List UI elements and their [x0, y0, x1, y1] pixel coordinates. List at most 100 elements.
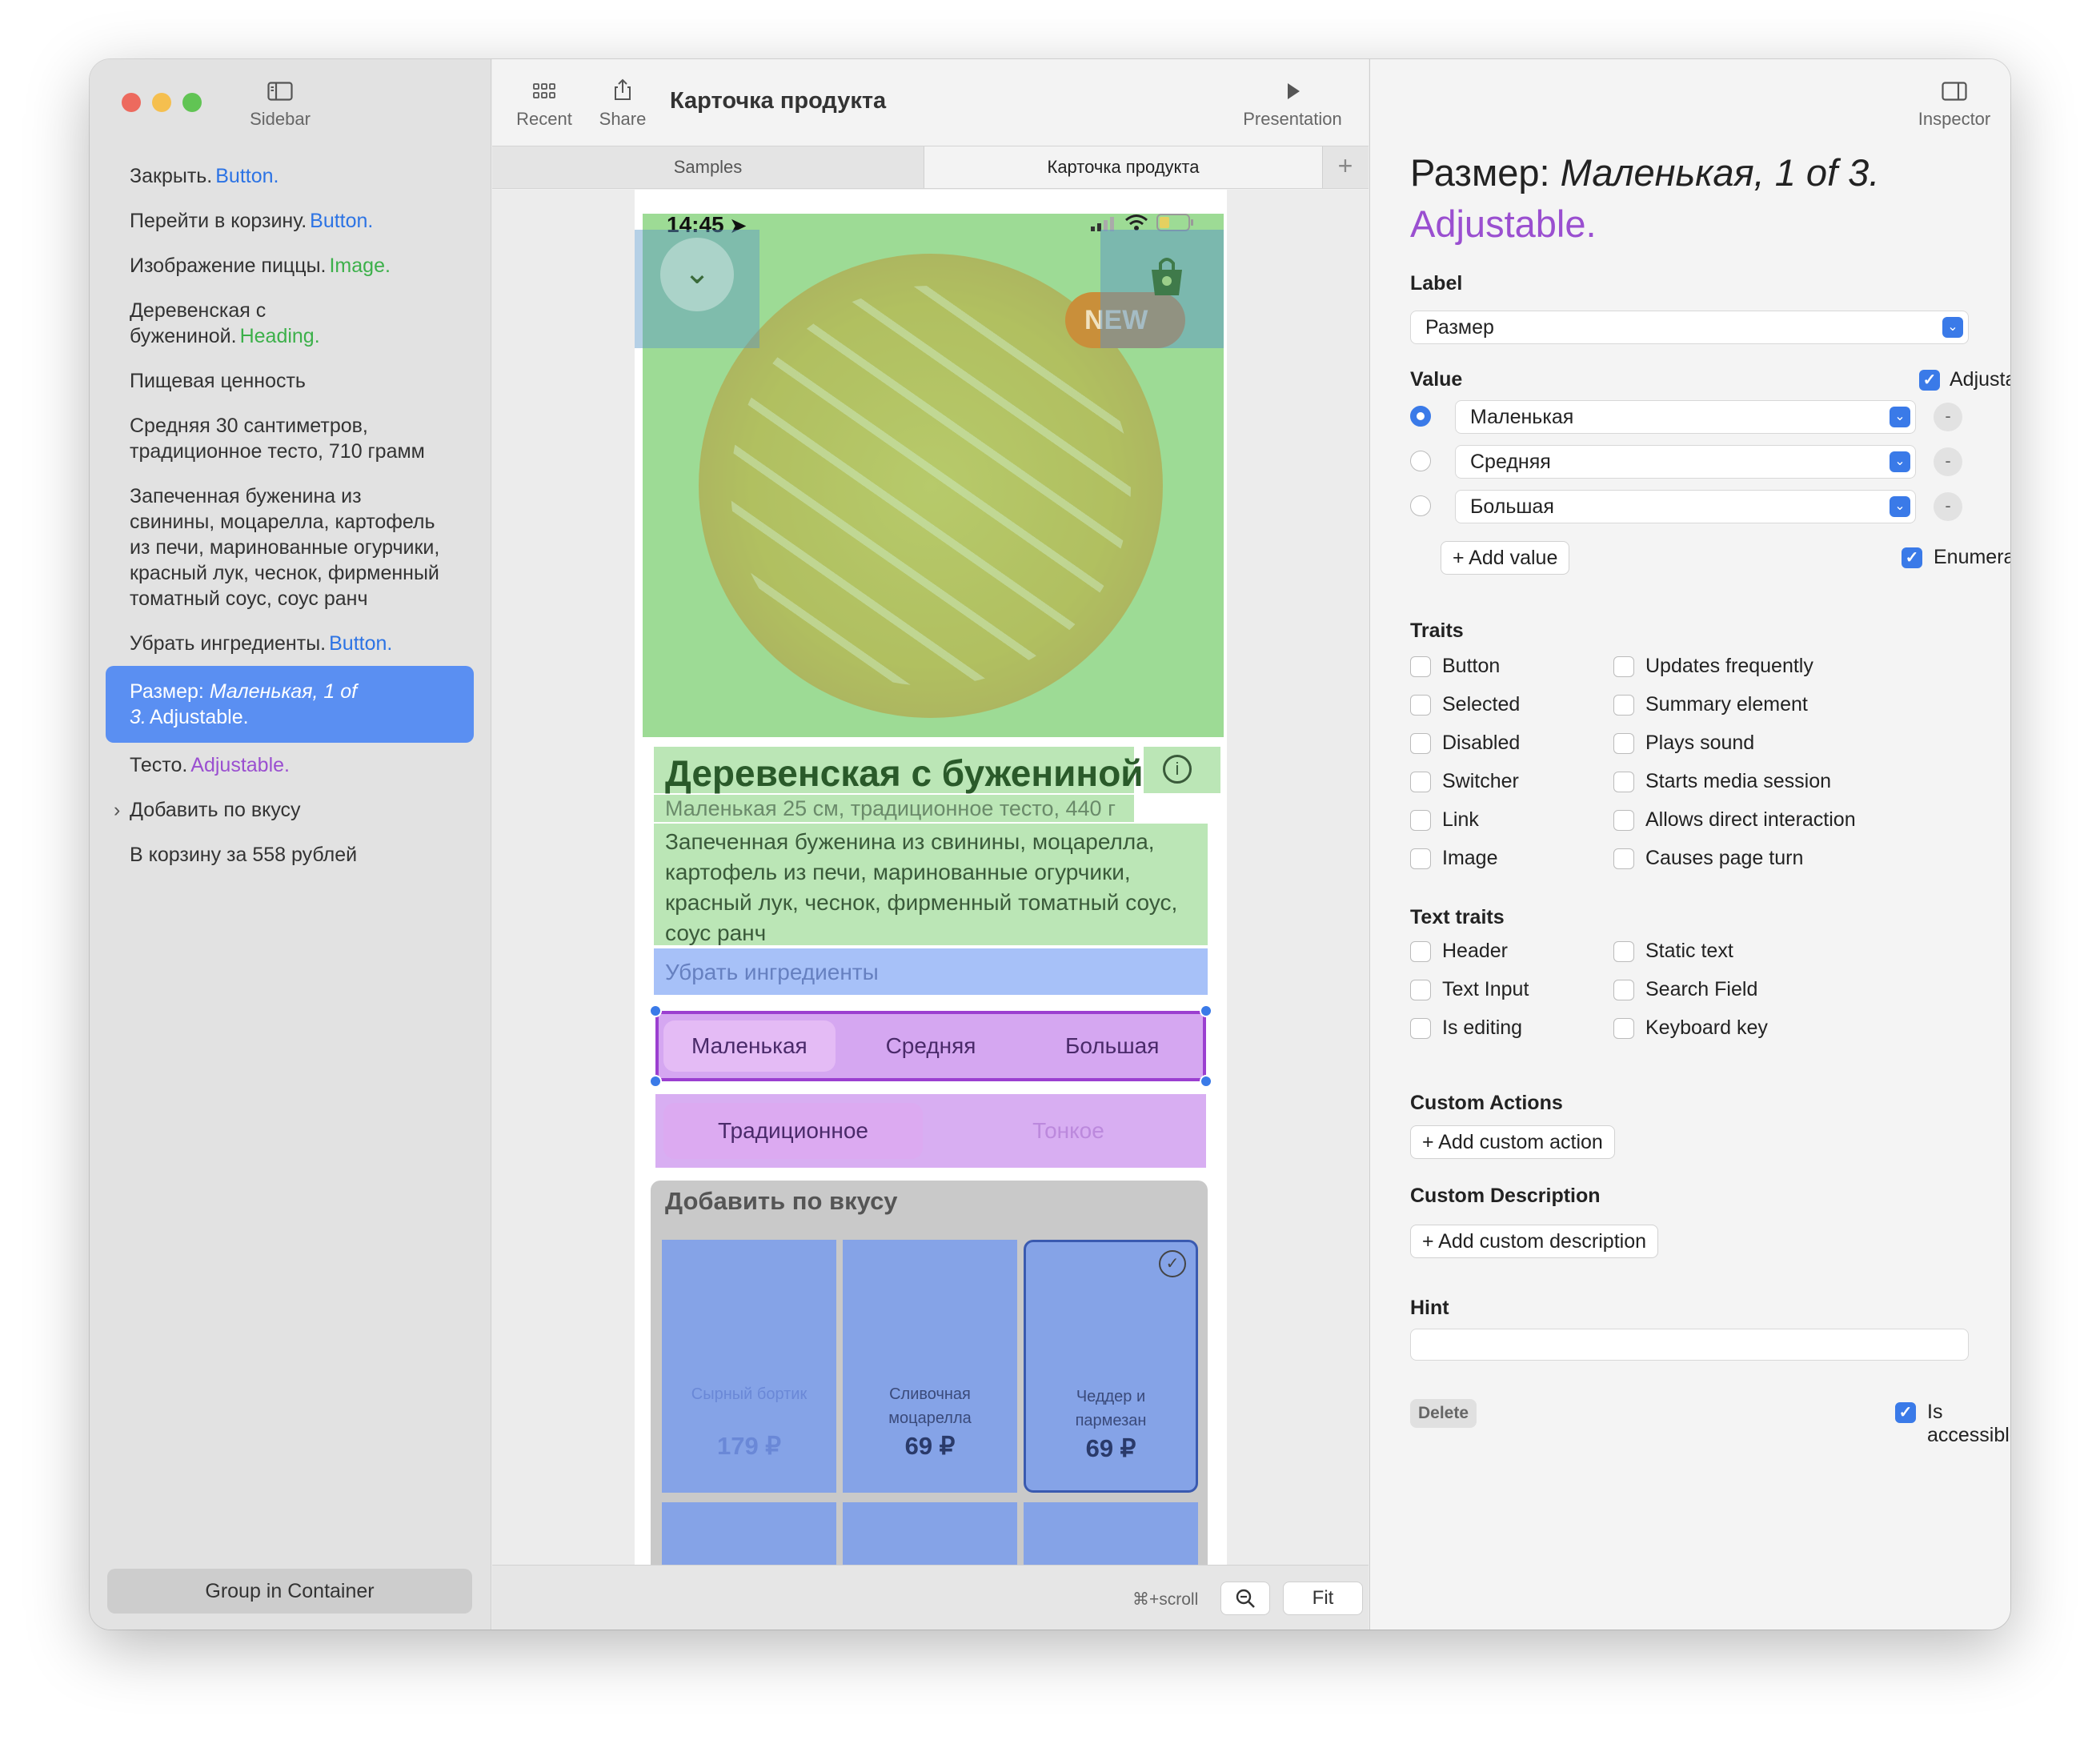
- resize-handle-bottom-left[interactable]: [649, 1075, 662, 1088]
- wifi-icon: [1125, 214, 1148, 231]
- value-field-2[interactable]: Большая ⌄: [1455, 490, 1916, 523]
- ax-list-item[interactable]: Средняя 30 сантиметров, традиционное тес…: [106, 403, 474, 474]
- trait-checkbox[interactable]: [1410, 695, 1431, 716]
- addon-card-mozzarella[interactable]: Сливочная моцарелла 69 ₽: [843, 1240, 1017, 1493]
- info-icon[interactable]: i: [1163, 755, 1192, 784]
- ax-list-item[interactable]: Закрыть. Button.: [106, 154, 474, 198]
- value-field-1[interactable]: Средняя ⌄: [1455, 445, 1916, 479]
- ax-list-item[interactable]: Изображение пиццы. Image.: [106, 243, 474, 288]
- ax-list-item[interactable]: Тесто. Adjustable.: [106, 743, 474, 788]
- tab-samples[interactable]: Samples: [492, 146, 924, 188]
- resize-handle-bottom-right[interactable]: [1200, 1075, 1212, 1088]
- size-option-large[interactable]: Большая: [1026, 1020, 1198, 1072]
- tab-product-card[interactable]: Карточка продукта: [924, 146, 1323, 188]
- ax-list-item[interactable]: Перейти в корзину. Button.: [106, 198, 474, 243]
- trait-checkbox[interactable]: [1410, 980, 1431, 1000]
- add-custom-action-button[interactable]: + Add custom action: [1410, 1125, 1615, 1159]
- minimize-window-button[interactable]: [152, 93, 171, 112]
- resize-handle-top-right[interactable]: [1200, 1004, 1212, 1017]
- hint-field[interactable]: [1410, 1329, 1969, 1361]
- chevron-down-icon[interactable]: ⌄: [660, 238, 734, 311]
- trait-checkbox[interactable]: [1410, 733, 1431, 754]
- trait-checkbox[interactable]: [1410, 772, 1431, 792]
- addon-card[interactable]: [1024, 1502, 1198, 1565]
- ax-list-item[interactable]: Размер: Маленькая, 1 of 3. Adjustable.: [106, 666, 474, 743]
- ax-list-item[interactable]: Деревенская с бужениной. Heading.: [106, 288, 474, 359]
- trait-checkbox[interactable]: [1613, 941, 1634, 962]
- delete-button[interactable]: Delete: [1410, 1399, 1477, 1428]
- chevron-right-icon[interactable]: ›: [114, 797, 120, 823]
- ax-list-item[interactable]: Запеченная буженина из свинины, моцарелл…: [106, 474, 474, 621]
- ax-item-label: В корзину за 558 рублей: [130, 844, 358, 866]
- trait-checkbox[interactable]: [1410, 848, 1431, 869]
- addon-card[interactable]: [662, 1502, 836, 1565]
- hint-section-title: Hint: [1410, 1297, 1449, 1319]
- trait-checkbox[interactable]: [1613, 1018, 1634, 1039]
- document-title: Карточка продукта: [670, 88, 887, 114]
- value-radio-0[interactable]: [1410, 406, 1431, 427]
- ax-list-item[interactable]: › Добавить по вкусу: [106, 788, 474, 832]
- trait-checkbox[interactable]: [1613, 772, 1634, 792]
- zoom-window-button[interactable]: [182, 93, 202, 112]
- zoom-bar: ⌘+scroll Fit: [492, 1565, 1369, 1630]
- value-radio-1[interactable]: [1410, 451, 1431, 471]
- remove-value-button[interactable]: -: [1934, 447, 1962, 476]
- remove-value-button[interactable]: -: [1934, 492, 1962, 521]
- trait-checkbox[interactable]: [1613, 695, 1634, 716]
- sidebar-toggle-button[interactable]: Sidebar: [240, 82, 320, 130]
- value-field-0[interactable]: Маленькая ⌄: [1455, 400, 1916, 434]
- trait-checkbox[interactable]: [1613, 848, 1634, 869]
- inspector-toggle-button[interactable]: Inspector: [1914, 82, 1994, 130]
- trait-checkbox[interactable]: [1613, 656, 1634, 677]
- trait-checkbox[interactable]: [1410, 810, 1431, 831]
- trait-checkbox[interactable]: [1410, 1018, 1431, 1039]
- addon-card-cheese-crust[interactable]: Сырный бортик 179 ₽: [662, 1240, 836, 1493]
- add-custom-description-button[interactable]: + Add custom description: [1410, 1225, 1659, 1258]
- trait-checkbox[interactable]: [1613, 980, 1634, 1000]
- size-option-medium[interactable]: Средняя: [845, 1020, 1017, 1072]
- close-window-button[interactable]: [122, 93, 141, 112]
- add-value-button[interactable]: + Add value: [1441, 541, 1570, 575]
- new-tab-button[interactable]: +: [1323, 146, 1368, 188]
- share-button[interactable]: Share: [596, 78, 649, 130]
- trait-label: Causes page turn: [1645, 847, 1804, 869]
- ax-list-item[interactable]: Пищевая ценность: [106, 359, 474, 403]
- zoom-out-button[interactable]: [1220, 1582, 1270, 1615]
- chevron-down-icon[interactable]: ⌄: [1942, 317, 1963, 338]
- trait-checkbox[interactable]: [1410, 656, 1431, 677]
- dough-option-thin[interactable]: Тонкое: [939, 1103, 1198, 1159]
- recent-button[interactable]: Recent: [516, 82, 572, 130]
- label-field[interactable]: Размер ⌄: [1410, 311, 1969, 344]
- trait-checkbox[interactable]: [1613, 810, 1634, 831]
- size-option-small[interactable]: Маленькая: [663, 1020, 836, 1072]
- value-text: Маленькая: [1470, 406, 1574, 428]
- traits-section-title: Traits: [1410, 619, 1464, 642]
- adjustable-checkbox[interactable]: ✓: [1919, 370, 1940, 391]
- fit-button[interactable]: Fit: [1283, 1582, 1363, 1615]
- trait-checkbox[interactable]: [1613, 733, 1634, 754]
- dough-segmented-control[interactable]: Традиционное Тонкое: [655, 1094, 1206, 1168]
- presentation-button[interactable]: Presentation: [1236, 82, 1349, 130]
- value-radio-2[interactable]: [1410, 495, 1431, 516]
- enumerated-checkbox[interactable]: ✓: [1902, 547, 1922, 568]
- trait-checkbox[interactable]: [1410, 941, 1431, 962]
- chevron-down-icon[interactable]: ⌄: [1890, 407, 1910, 427]
- resize-handle-top-left[interactable]: [649, 1004, 662, 1017]
- addon-card[interactable]: [843, 1502, 1017, 1565]
- is-accessible-checkbox[interactable]: ✓: [1895, 1402, 1916, 1423]
- custom-description-section-title: Custom Description: [1410, 1185, 1601, 1207]
- remove-ingredients-button[interactable]: Убрать ингредиенты: [665, 960, 879, 985]
- ax-list-item[interactable]: В корзину за 558 рублей: [106, 832, 474, 877]
- ax-item-label: Изображение пиццы.: [130, 255, 327, 277]
- group-in-container-button[interactable]: Group in Container: [107, 1569, 472, 1614]
- chevron-down-icon[interactable]: ⌄: [1890, 496, 1910, 517]
- remove-value-button[interactable]: -: [1934, 403, 1962, 431]
- app-window: Sidebar Закрыть. Button. Перейти в корзину…: [90, 59, 2010, 1630]
- addon-card-cheddar[interactable]: ✓ Чеддер и пармезан 69 ₽: [1024, 1240, 1198, 1493]
- enumerated-label: Enumerated: [1934, 546, 2010, 568]
- dough-option-traditional[interactable]: Традиционное: [663, 1103, 923, 1159]
- ax-list-item[interactable]: Убрать ингредиенты. Button.: [106, 621, 474, 666]
- size-segmented-control[interactable]: Маленькая Средняя Большая: [655, 1011, 1206, 1081]
- addon-name: Чеддер и пармезан: [1075, 1388, 1147, 1429]
- chevron-down-icon[interactable]: ⌄: [1890, 451, 1910, 472]
